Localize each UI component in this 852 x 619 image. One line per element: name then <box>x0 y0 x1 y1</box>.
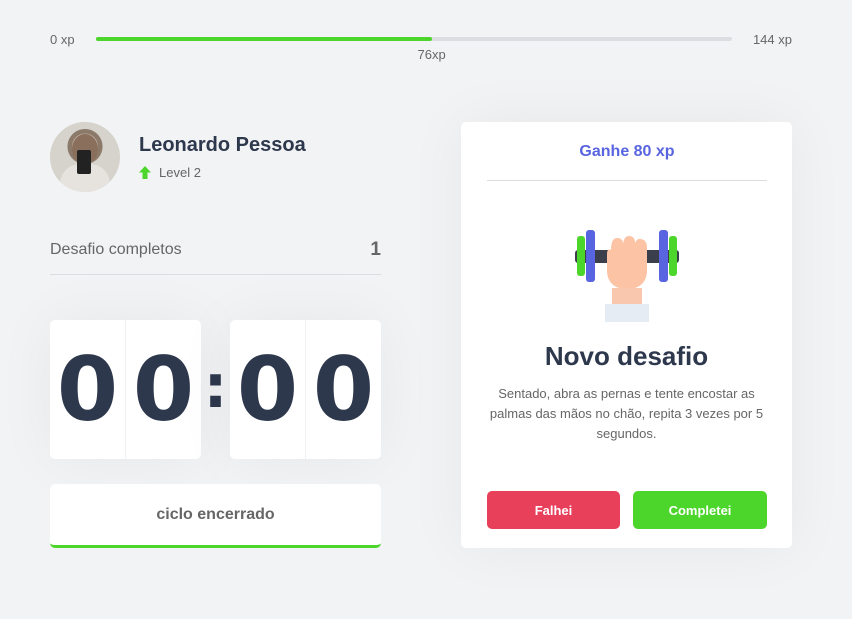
challenge-reward: Ganhe 80 xp <box>579 143 675 160</box>
profile-level: Level 2 <box>139 165 306 180</box>
completed-challenges: Desafio completos 1 <box>50 236 381 275</box>
completed-challenges-label: Desafio completos <box>50 241 182 258</box>
profile-name: Leonardo Pessoa <box>139 134 306 156</box>
level-up-arrow-icon <box>139 166 151 179</box>
fail-button[interactable]: Falhei <box>487 491 620 529</box>
countdown-digit: 0 <box>56 338 119 441</box>
countdown: 0 0 : 0 0 <box>50 320 381 459</box>
countdown-digit: 0 <box>305 320 381 459</box>
challenge-header: Ganhe 80 xp <box>487 122 767 181</box>
xp-progress-fill <box>96 37 432 41</box>
cycle-ended-button[interactable]: ciclo encerrado <box>50 484 381 548</box>
xp-max-label: 144 xp <box>752 32 792 47</box>
profile: Leonardo Pessoa Level 2 <box>50 122 306 192</box>
dumbbell-icon <box>575 230 679 322</box>
challenge-card: Ganhe 80 xp Novo desafio Sentado, abra a… <box>461 122 792 548</box>
challenge-description: Sentado, abra as pernas e tente encostar… <box>489 386 764 441</box>
xp-current-label: 76xp <box>417 47 446 62</box>
countdown-separator: : <box>203 351 228 422</box>
completed-challenges-count: 1 <box>370 239 381 260</box>
countdown-digit: 0 <box>125 320 201 459</box>
level-label: Level 2 <box>159 165 201 180</box>
avatar <box>50 122 120 192</box>
xp-min-label: 0 xp <box>50 32 75 47</box>
experience-bar: 0 xp 76xp 144 xp <box>0 0 852 70</box>
complete-button[interactable]: Completei <box>633 491 767 529</box>
countdown-seconds: 0 0 <box>230 320 381 459</box>
challenge-title: Novo desafio <box>544 341 709 371</box>
countdown-digit: 0 <box>236 338 299 441</box>
countdown-minutes: 0 0 <box>50 320 201 459</box>
xp-track <box>96 37 732 41</box>
